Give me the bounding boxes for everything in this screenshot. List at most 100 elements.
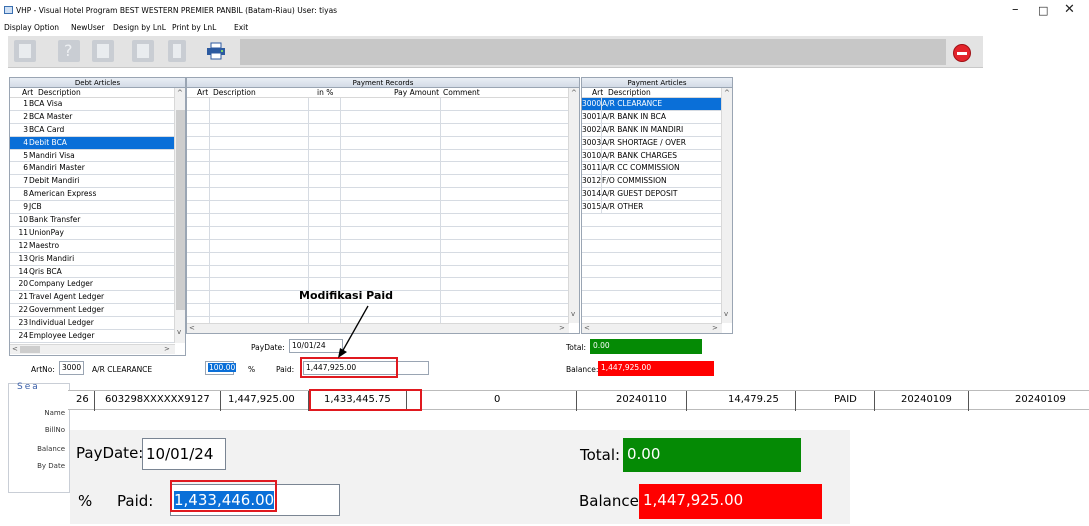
- debt-article-row[interactable]: 21 Travel Agent Ledger: [10, 291, 185, 305]
- payment-article-row[interactable]: [582, 278, 732, 292]
- zoom-paydate-field[interactable]: 10/01/24: [142, 438, 226, 470]
- payment-record-row[interactable]: [187, 240, 579, 253]
- payment-record-row[interactable]: [187, 188, 579, 202]
- art-description: Individual Ledger: [29, 318, 94, 328]
- art-number: 20: [18, 279, 28, 289]
- debt-article-row[interactable]: 24 Employee Ledger: [10, 330, 185, 343]
- payment-record-row[interactable]: [187, 124, 579, 137]
- minimize-icon[interactable]: –: [1012, 2, 1019, 17]
- payment-article-row[interactable]: [582, 227, 732, 240]
- art-number: 14: [18, 266, 28, 276]
- art-number: 8: [23, 189, 28, 199]
- payment-record-row[interactable]: [187, 111, 579, 124]
- menu-display-option[interactable]: Display Option: [4, 23, 59, 32]
- payment-article-row[interactable]: 3000 A/R CLEARANCE: [582, 98, 732, 111]
- debt-article-row[interactable]: 1 BCA Visa: [10, 98, 185, 111]
- percent-field[interactable]: 100.00: [205, 361, 237, 375]
- payment-article-row[interactable]: 3002 A/R BANK IN MANDIRI: [582, 123, 732, 137]
- menu-exit[interactable]: Exit: [234, 23, 248, 32]
- scroll-thumb[interactable]: [176, 110, 185, 310]
- menu-design-by-lnl[interactable]: Design by LnL: [113, 23, 166, 32]
- menu-print-by-lnl[interactable]: Print by LnL: [172, 23, 216, 32]
- debt-article-row[interactable]: 12 Maestro: [10, 240, 185, 253]
- art-description: A/R OTHER: [602, 202, 644, 212]
- debt-article-row[interactable]: 6 Mandiri Master: [10, 162, 185, 176]
- paid-highlight-box: [300, 357, 398, 378]
- payment-article-row[interactable]: 3015 A/R OTHER: [582, 201, 732, 215]
- debt-article-row[interactable]: 13 Qris Mandiri: [10, 253, 185, 266]
- art-number: 3001: [582, 111, 602, 121]
- debt-articles-list[interactable]: 1 BCA Visa 2 BCA Master 3 BCA Card 4 Debit BCA 5…: [10, 98, 185, 343]
- art-description: Qris BCA: [29, 266, 62, 276]
- debt-article-row[interactable]: 9 JCB: [10, 201, 185, 215]
- payment-record-row[interactable]: [187, 150, 579, 163]
- document-icon[interactable]: [92, 40, 114, 62]
- debt-article-row[interactable]: 2 BCA Master: [10, 111, 185, 124]
- payment-record-row[interactable]: [187, 175, 579, 189]
- payment-record-row[interactable]: [187, 137, 579, 150]
- zoom-balance-label: Balance:: [579, 492, 644, 510]
- payment-article-row[interactable]: [582, 266, 732, 279]
- art-number: 23: [18, 318, 28, 328]
- delete-icon[interactable]: [168, 40, 186, 62]
- menu-newuser[interactable]: NewUser: [71, 23, 104, 32]
- art-number: 11: [18, 227, 28, 237]
- edit-icon[interactable]: [132, 40, 154, 62]
- grid-cell: 0: [494, 394, 501, 405]
- payment-records-hscroll[interactable]: < >: [187, 323, 569, 333]
- payment-record-row[interactable]: [187, 253, 579, 266]
- payment-articles-list[interactable]: 3000 A/R CLEARANCE 3001 A/R BANK IN BCA 3002…: [582, 98, 732, 318]
- debt-article-row[interactable]: 11 UnionPay: [10, 227, 185, 240]
- art-description: A/R BANK IN MANDIRI: [602, 124, 684, 134]
- art-description: American Express: [29, 189, 97, 199]
- debt-article-row[interactable]: 7 Debit Mandiri: [10, 175, 185, 189]
- payment-record-row[interactable]: [187, 266, 579, 279]
- debt-article-row[interactable]: 5 Mandiri Visa: [10, 150, 185, 163]
- new-icon[interactable]: [14, 40, 36, 62]
- payment-article-row[interactable]: 3003 A/R SHORTAGE / OVER: [582, 136, 732, 150]
- debt-articles-vscroll[interactable]: ^ v: [174, 88, 185, 343]
- art-number: 3010: [582, 150, 602, 160]
- paydate-label: PayDate:: [251, 343, 285, 352]
- payment-article-row[interactable]: [582, 291, 732, 305]
- artno-field[interactable]: 3000: [59, 361, 84, 375]
- debt-article-row[interactable]: 23 Individual Ledger: [10, 317, 185, 331]
- debt-article-row[interactable]: 20 Company Ledger: [10, 278, 185, 292]
- payment-record-row[interactable]: [187, 304, 579, 318]
- paydate-field[interactable]: 10/01/24: [289, 339, 343, 353]
- debt-article-row[interactable]: 4 Debit BCA: [10, 136, 185, 150]
- payment-article-row[interactable]: [582, 240, 732, 253]
- payment-article-row[interactable]: [582, 253, 732, 266]
- payment-articles-header: Payment Articles: [582, 78, 732, 88]
- payment-article-row[interactable]: 3014 A/R GUEST DEPOSIT: [582, 188, 732, 202]
- paid-label: Paid:: [276, 365, 295, 374]
- payment-article-row[interactable]: 3001 A/R BANK IN BCA: [582, 110, 732, 124]
- debt-articles-hscroll[interactable]: < >: [10, 344, 175, 354]
- payment-article-row[interactable]: 3012 F/O COMMISSION: [582, 175, 732, 189]
- payment-record-row[interactable]: [187, 227, 579, 240]
- stop-icon[interactable]: [953, 44, 971, 62]
- art-number: 6: [23, 163, 28, 173]
- payment-record-row[interactable]: [187, 98, 579, 111]
- help-icon[interactable]: ?: [58, 40, 80, 62]
- debt-article-row[interactable]: 8 American Express: [10, 188, 185, 202]
- payment-article-row[interactable]: [582, 304, 732, 318]
- payment-articles-hscroll[interactable]: < >: [582, 323, 722, 333]
- payment-records-vscroll[interactable]: ^ v: [568, 88, 579, 323]
- payment-articles-vscroll[interactable]: ^ v: [721, 88, 732, 323]
- close-icon[interactable]: ✕: [1064, 2, 1075, 17]
- payment-article-row[interactable]: 3011 A/R CC COMMISSION: [582, 162, 732, 176]
- payment-article-row[interactable]: 3010 A/R BANK CHARGES: [582, 149, 732, 163]
- payment-record-row[interactable]: [187, 214, 579, 227]
- debt-article-row[interactable]: 14 Qris BCA: [10, 266, 185, 279]
- debt-article-row[interactable]: 3 BCA Card: [10, 124, 185, 137]
- payment-record-row[interactable]: [187, 162, 579, 176]
- zoomed-detail: PayDate: 10/01/24 Total: 0.00 % Paid: 1,…: [70, 430, 850, 524]
- debt-article-row[interactable]: 22 Government Ledger: [10, 304, 185, 318]
- printer-icon[interactable]: [206, 42, 226, 60]
- payment-article-row[interactable]: [582, 214, 732, 227]
- debt-article-row[interactable]: 10 Bank Transfer: [10, 214, 185, 227]
- payment-articles-panel: Payment Articles Art Description 3000 A/R…: [581, 77, 733, 334]
- payment-record-row[interactable]: [187, 201, 579, 215]
- maximize-icon[interactable]: □: [1038, 4, 1048, 17]
